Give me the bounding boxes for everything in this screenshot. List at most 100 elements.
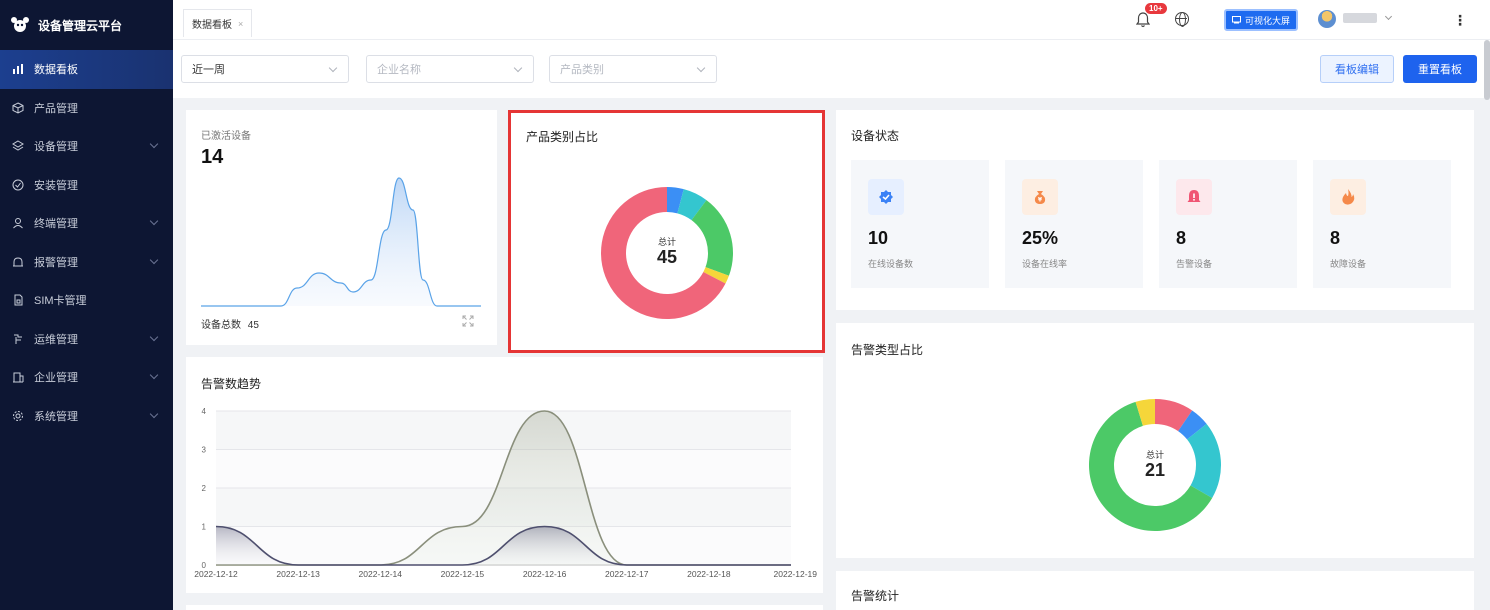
bar-chart-icon	[13, 64, 23, 75]
tab-close-icon[interactable]: ×	[238, 19, 243, 29]
settings-icon	[13, 410, 23, 421]
language-globe-icon[interactable]	[1175, 12, 1189, 27]
stat-label: 故障设备	[1330, 259, 1367, 269]
sidebar-item-7[interactable]: 运维管理	[0, 320, 173, 359]
monitor-icon	[1232, 16, 1241, 24]
money-bag-icon: ¥	[1022, 179, 1058, 215]
check-circle-icon	[12, 179, 24, 191]
activated-area-chart	[201, 177, 481, 307]
sidebar-item-6[interactable]: SIM卡管理	[0, 281, 173, 320]
app-logo[interactable]: 设备管理云平台	[0, 0, 173, 50]
notification-bell-icon[interactable]	[1136, 12, 1150, 28]
chevron-down-icon	[149, 332, 159, 341]
company-select[interactable]: 企业名称	[366, 55, 534, 83]
verified-icon	[868, 179, 904, 215]
alarm-stats-title: 告警统计	[851, 589, 900, 603]
chevron-down-icon	[513, 63, 523, 73]
period-select-value: 近一周	[192, 64, 225, 76]
chevron-down-icon[interactable]	[1384, 12, 1393, 21]
edit-dashboard-button[interactable]: 看板编辑	[1320, 55, 1394, 83]
stat-value: 10	[868, 228, 889, 248]
category-select-placeholder: 产品类别	[560, 64, 604, 76]
chevron-down-icon	[696, 63, 706, 73]
trend-x-tick: 2022-12-17	[605, 569, 649, 579]
tab-label: 数据看板	[192, 20, 232, 31]
period-select[interactable]: 近一周	[181, 55, 349, 83]
trend-grid-band	[216, 411, 791, 450]
filter-bar: 近一周 企业名称 产品类别 看板编辑 重置看板	[173, 40, 1490, 98]
trend-x-tick: 2022-12-12	[194, 569, 238, 579]
sidebar-item-label: SIM卡管理	[34, 295, 87, 308]
visual-screen-button[interactable]: 可视化大屏	[1224, 9, 1299, 31]
alarm-trend-title: 告警数趋势	[201, 377, 262, 391]
chevron-down-icon	[149, 255, 159, 264]
reset-dashboard-button[interactable]: 重置看板	[1403, 55, 1477, 83]
cube-icon	[12, 102, 24, 114]
visual-screen-label: 可视化大屏	[1245, 15, 1291, 26]
sidebar-item-9[interactable]: 系统管理	[0, 397, 173, 436]
sidebar: 设备管理云平台 数据看板产品管理设备管理安装管理终端管理报警管理 SIM卡管理 运维…	[0, 0, 173, 610]
device-total-label: 设备总数	[201, 320, 241, 331]
user-icon	[13, 218, 23, 229]
sidebar-item-2[interactable]: 设备管理	[0, 127, 173, 166]
trend-x-tick: 2022-12-15	[441, 569, 485, 579]
device-total: 设备总数 45	[201, 316, 259, 331]
activated-devices-card: 已激活设备 14 设备总数 45	[186, 110, 497, 345]
chevron-down-icon	[149, 409, 159, 418]
stat-value: 25%	[1022, 228, 1059, 248]
stat-card: ¥25% 设备在线率	[1005, 160, 1143, 288]
tab-dashboard[interactable]: 数据看板 ×	[183, 9, 253, 37]
sidebar-item-label: 设备管理	[34, 141, 78, 154]
trend-x-tick: 2022-12-18	[687, 569, 731, 579]
layers-icon	[12, 140, 24, 151]
sidebar-menu: 数据看板产品管理设备管理安装管理终端管理报警管理 SIM卡管理 运维管理企业管理系统…	[0, 50, 173, 435]
username-redacted[interactable]	[1343, 13, 1377, 23]
stat-card: 10 在线设备数	[851, 160, 989, 288]
trend-y-tick: 1	[202, 523, 207, 532]
alarm-center-value: 21	[1144, 460, 1166, 480]
alarm-stats-card: 告警统计	[836, 571, 1474, 610]
sidebar-item-1[interactable]: 产品管理	[0, 89, 173, 128]
stat-card: 8 告警设备	[1159, 160, 1297, 288]
tool-icon	[14, 334, 22, 344]
stat-label: 设备在线率	[1022, 259, 1068, 269]
sidebar-item-0[interactable]: 数据看板	[0, 50, 173, 89]
category-select[interactable]: 产品类别	[549, 55, 717, 83]
sidebar-item-label: 报警管理	[34, 256, 78, 269]
alert-bell-icon	[1176, 179, 1212, 215]
stat-label: 在线设备数	[868, 259, 914, 269]
avatar[interactable]	[1318, 10, 1336, 28]
sidebar-item-label: 终端管理	[34, 218, 78, 231]
trend-x-tick: 2022-12-14	[359, 569, 403, 579]
trend-y-tick: 2	[202, 484, 207, 493]
page-scrollbar[interactable]	[1484, 40, 1490, 100]
stat-card: 8 故障设备	[1313, 160, 1451, 288]
trend-y-tick: 3	[202, 446, 207, 455]
company-select-placeholder: 企业名称	[377, 64, 421, 76]
chevron-down-icon	[149, 370, 159, 380]
sim-card-icon	[14, 294, 23, 306]
sidebar-item-5[interactable]: 报警管理	[0, 243, 173, 282]
more-options-icon[interactable]: ⋮	[1453, 12, 1467, 28]
sidebar-item-4[interactable]: 终端管理	[0, 204, 173, 243]
notification-badge: 10+	[1145, 3, 1167, 14]
stat-label: 告警设备	[1176, 259, 1213, 269]
activated-value: 14	[201, 146, 224, 168]
sidebar-item-3[interactable]: 安装管理	[0, 166, 173, 205]
sidebar-item-label: 安装管理	[34, 179, 78, 192]
chevron-down-icon	[149, 139, 159, 149]
top-bar: 数据看板 × 10+ 可视化大屏 ⋮	[173, 0, 1490, 40]
alarm-trend-chart: 432102022-12-12 2022-12-13 2022-12-14 2022-…	[194, 407, 818, 579]
sidebar-item-label: 企业管理	[34, 372, 78, 385]
trend-y-tick: 4	[202, 407, 207, 416]
expand-icon[interactable]	[462, 315, 474, 327]
trend-x-tick: 2022-12-19	[774, 569, 818, 579]
sidebar-item-label: 系统管理	[34, 410, 78, 423]
device-total-value: 45	[247, 320, 259, 331]
sidebar-item-label: 运维管理	[34, 333, 78, 346]
app-title: 设备管理云平台	[38, 18, 123, 33]
trend-x-tick: 2022-12-13	[276, 569, 320, 579]
chevron-down-icon	[149, 216, 159, 226]
sidebar-item-label: 数据看板	[34, 64, 78, 77]
sidebar-item-8[interactable]: 企业管理	[0, 358, 173, 397]
